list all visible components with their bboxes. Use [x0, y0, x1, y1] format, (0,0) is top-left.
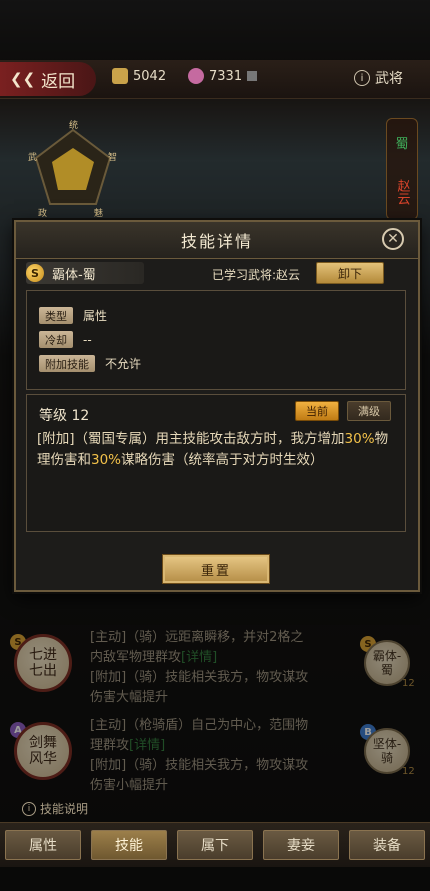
info-value: 属性	[83, 309, 108, 323]
skill-help-link[interactable]: i 技能说明	[22, 800, 88, 817]
back-button[interactable]: ❮❮ 返回	[0, 62, 96, 96]
skill-level: 等级 12	[39, 408, 90, 424]
info-row-cooldown: 冷却 --	[39, 331, 92, 348]
resource1-value: 5042	[133, 68, 167, 84]
skill-medal-line: 剑舞	[29, 735, 57, 751]
skill-desc-line: 伤害大幅提升	[90, 690, 169, 705]
info-value: --	[83, 332, 92, 347]
details-link[interactable]: [详情]	[129, 738, 165, 753]
skill-info-box: 类型 属性 冷却 -- 附加技能 不允许	[26, 290, 406, 390]
stat-pentagon: 统 智 魅 政 武	[28, 119, 117, 218]
skill-row[interactable]: S 七进 七出 [主动]（骑）远距离瞬移，并对2格之 内敌军物理群攻[详情] [附…	[10, 628, 420, 708]
skill-name: 霸体-蜀	[52, 267, 96, 283]
skill-desc-line: [附加]（骑）技能相关我方，物攻谋攻	[90, 670, 309, 685]
skill-grade-coin: S	[26, 264, 44, 282]
wings-icon	[112, 68, 128, 84]
info-tag: 类型	[39, 307, 73, 324]
info-value: 不允许	[105, 357, 142, 371]
resource-counter-2: 7331	[188, 68, 258, 84]
equipped-skill-level: 12	[402, 766, 415, 777]
stat-label: 智	[108, 151, 117, 163]
modal-title: 技能详情	[16, 222, 418, 259]
tab-skills[interactable]: 技能	[91, 830, 167, 860]
stat-label: 魅	[94, 207, 103, 218]
skill-desc-line: [附加]（骑）技能相关我方，物攻谋攻	[90, 758, 309, 773]
desc-text: [附加]（蜀国专属）用主技能攻击敌方时，我方增加	[37, 431, 345, 447]
details-link[interactable]: [详情]	[181, 650, 217, 665]
hero-name: 赵云	[394, 179, 410, 206]
equipped-skill-line: 蜀	[380, 663, 393, 677]
skill-desc-line: 理群攻	[90, 738, 130, 753]
hero-info[interactable]: i 武将	[354, 68, 403, 88]
info-row-type: 类型 属性	[39, 307, 107, 324]
hero-side-badge: 蜀 赵云	[386, 118, 418, 220]
tab-equipment[interactable]: 装备	[349, 830, 425, 860]
tab-subordinates[interactable]: 属下	[177, 830, 253, 860]
max-level-button[interactable]: 满级	[347, 401, 391, 421]
info-icon: i	[354, 70, 370, 86]
skill-medal-line: 七进	[29, 647, 57, 663]
learned-hero-text: 已学习武将:赵云	[212, 268, 301, 282]
info-row-extra: 附加技能 不允许	[39, 355, 141, 372]
equipped-skill-line: 坚体-	[372, 737, 402, 751]
plus-icon[interactable]	[247, 71, 258, 81]
current-level-button[interactable]: 当前	[295, 401, 339, 421]
info-icon: i	[22, 801, 36, 816]
skill-detail-modal: 技能详情 ✕ S 霸体-蜀 已学习武将:赵云 卸下 类型 属性 冷却 -- 附加…	[14, 220, 420, 592]
hero-label: 武将	[375, 71, 403, 87]
desc-highlight: 30%	[91, 452, 122, 468]
skill-desc-line: [主动]（骑）远距离瞬移，并对2格之	[90, 630, 304, 645]
reset-button[interactable]: 重置	[162, 554, 270, 584]
skill-description: [主动]（骑）远距离瞬移，并对2格之 内敌军物理群攻[详情] [附加]（骑）技能…	[90, 628, 340, 708]
skill-help-label: 技能说明	[40, 802, 89, 816]
equipped-skill-line: 骑	[380, 751, 393, 765]
skill-description: [主动]（枪骑盾）自己为中心，范围物 理群攻[详情] [附加]（骑）技能相关我方…	[90, 716, 340, 796]
tab-attributes[interactable]: 属性	[5, 830, 81, 860]
equipped-skill-level: 12	[402, 678, 415, 689]
gem-icon	[188, 68, 204, 84]
back-arrow-icon: ❮❮	[10, 70, 36, 88]
info-tag: 附加技能	[39, 355, 95, 372]
stat-label: 武	[28, 151, 37, 163]
skill-row[interactable]: A 剑舞 风华 [主动]（枪骑盾）自己为中心，范围物 理群攻[详情] [附加]（骑…	[10, 716, 420, 796]
skill-desc-line: 伤害小幅提升	[90, 778, 169, 793]
info-tag: 冷却	[39, 331, 73, 348]
close-icon: ✕	[387, 231, 399, 247]
unequip-button[interactable]: 卸下	[316, 262, 384, 284]
desc-highlight: 30%	[344, 431, 375, 447]
skill-desc-line: [主动]（枪骑盾）自己为中心，范围物	[90, 718, 309, 733]
skill-medal[interactable]: 七进 七出	[14, 634, 72, 692]
stat-label: 政	[38, 207, 47, 218]
skill-medal-line: 风华	[29, 751, 57, 767]
tab-wives[interactable]: 妻妾	[263, 830, 339, 860]
skill-effect-description: [附加]（蜀国专属）用主技能攻击敌方时，我方增加30%物理伤害和30%谋略伤害（…	[37, 429, 395, 471]
resource-counter-1: 5042	[112, 68, 166, 84]
skill-desc-line: 内敌军物理群攻	[90, 650, 182, 665]
desc-text: 谋略伤害（统率高于对方时生效）	[121, 452, 324, 468]
stat-label: 统	[69, 119, 78, 131]
skill-detail-box: 等级 12 当前 满级 [附加]（蜀国专属）用主技能攻击敌方时，我方增加30%物…	[26, 394, 406, 532]
equipped-skill-line: 霸体-	[372, 649, 402, 663]
skill-medal[interactable]: 剑舞 风华	[14, 722, 72, 780]
resource2-value: 7331	[209, 68, 243, 84]
close-button[interactable]: ✕	[382, 228, 404, 250]
back-label: 返回	[41, 71, 76, 92]
faction-badge: 蜀	[395, 136, 409, 152]
skill-name-banner: S 霸体-蜀	[26, 262, 144, 284]
skill-medal-line: 七出	[29, 663, 57, 679]
bottom-tab-bar: 属性 技能 属下 妻妾 装备	[0, 822, 430, 867]
